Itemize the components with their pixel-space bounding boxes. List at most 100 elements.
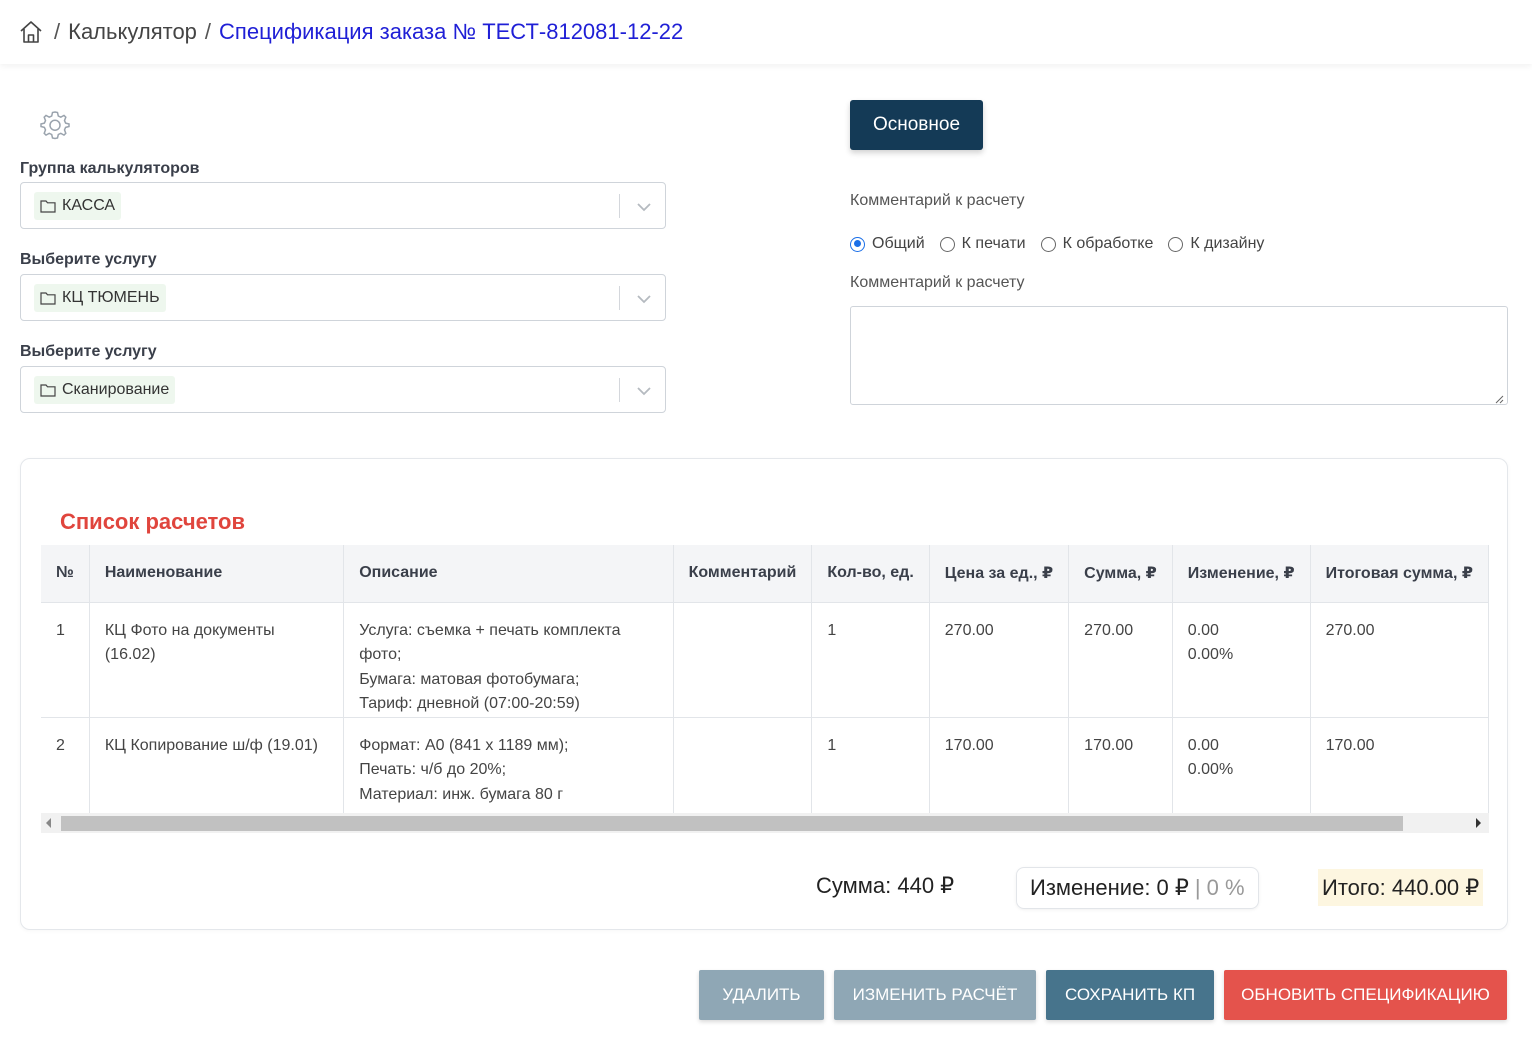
- comment-field-label: Комментарий к расчету: [850, 274, 1025, 291]
- grand-total: Итого: 440.00 ₽: [1318, 869, 1484, 906]
- cell-total: 270.00: [1310, 602, 1489, 718]
- folder-icon: [40, 383, 56, 397]
- desc-line: Материал: инж. бумага 80 г: [359, 785, 564, 803]
- cell-sum: 270.00: [1068, 602, 1173, 718]
- chevron-down-icon[interactable]: [633, 288, 655, 310]
- selected-chip: КАССА: [34, 192, 122, 220]
- folder-icon: [40, 291, 56, 305]
- delete-button[interactable]: УДАЛИТЬ: [699, 970, 824, 1020]
- cell-price: 270.00: [929, 602, 1070, 718]
- column-header: Описание: [343, 545, 674, 603]
- tab-main[interactable]: Основное: [850, 100, 983, 150]
- cell-total: 170.00: [1310, 717, 1489, 823]
- breadcrumb-item-calculator[interactable]: Калькулятор: [68, 19, 197, 45]
- folder-icon: [40, 199, 56, 213]
- group-value: КАССА: [62, 197, 116, 214]
- cell-comment: [673, 602, 813, 718]
- select-divider: [619, 194, 620, 218]
- change-total: Изменение: 0 ₽ | 0 %: [1016, 867, 1259, 909]
- desc-line: Печать: ч/б до 20%;: [359, 761, 507, 778]
- cell-qty: 1: [811, 602, 930, 718]
- comment-type-radios: Общий К печати К обработке К дизайну: [850, 235, 1279, 253]
- cell-qty: 1: [811, 717, 930, 823]
- save-offer-button[interactable]: СОХРАНИТЬ КП: [1046, 970, 1214, 1020]
- service2-select[interactable]: Сканирование: [20, 366, 666, 413]
- radio-processing[interactable]: К обработке: [1040, 235, 1154, 253]
- desc-line: Бумага: матовая фотобумага;: [359, 670, 580, 688]
- scroll-left-icon[interactable]: [46, 818, 51, 828]
- select-divider: [619, 286, 620, 310]
- radio-dot[interactable]: [939, 236, 955, 252]
- group-label: Группа калькуляторов: [20, 160, 200, 177]
- sum-total: Сумма: 440 ₽: [816, 873, 955, 898]
- change-value: 0.00: [1187, 621, 1219, 639]
- breadcrumb-separator: /: [54, 19, 61, 44]
- gear-icon[interactable]: [38, 108, 72, 142]
- group-select[interactable]: КАССА: [20, 182, 666, 229]
- table-row[interactable]: 2 КЦ Копирование ш/ф (19.01) Формат: А0 …: [41, 717, 1489, 823]
- radio-dot[interactable]: [1040, 236, 1056, 252]
- radio-print[interactable]: К печати: [939, 235, 1026, 253]
- radio-dot[interactable]: [1168, 236, 1184, 252]
- resize-handle-icon[interactable]: [1494, 391, 1504, 404]
- breadcrumb-separator: /: [204, 19, 212, 44]
- desc-line: Тариф: дневной (07:00-20:59): [359, 695, 580, 712]
- calc-list-title: Список расчетов: [60, 509, 246, 534]
- radio-label: К обработке: [1062, 235, 1154, 252]
- column-header: Итоговая сумма, ₽: [1310, 545, 1489, 603]
- service2-value: Сканирование: [62, 381, 170, 398]
- service1-select[interactable]: КЦ ТЮМЕНЬ: [20, 274, 666, 321]
- cell-num: 2: [41, 717, 90, 823]
- selected-chip: КЦ ТЮМЕНЬ: [34, 284, 166, 312]
- update-specification-button[interactable]: ОБНОВИТЬ СПЕЦИФИКАЦИЮ: [1224, 970, 1507, 1020]
- edit-calculation-button[interactable]: ИЗМЕНИТЬ РАСЧЁТ: [834, 970, 1036, 1020]
- cell-name: КЦ Фото на документы (16.02): [89, 602, 345, 718]
- desc-line: Услуга: съемка + печать комплекта фото;: [359, 621, 621, 664]
- change-amount: Изменение: 0 ₽: [1030, 875, 1189, 900]
- cell-change: 0.00 0.00%: [1172, 602, 1311, 718]
- change-percent: 0.00%: [1187, 761, 1234, 778]
- table-row[interactable]: 1 КЦ Фото на документы (16.02) Услуга: с…: [41, 602, 1489, 718]
- column-header: Сумма, ₽: [1068, 545, 1173, 603]
- radio-label: К печати: [961, 235, 1026, 252]
- change-percent-total: 0 %: [1206, 875, 1245, 900]
- select-divider: [619, 378, 620, 402]
- service2-label: Выберите услугу: [20, 343, 157, 360]
- scrollbar-thumb[interactable]: [61, 816, 1403, 831]
- comment-textarea[interactable]: [850, 306, 1508, 405]
- cell-num: 1: [41, 602, 90, 718]
- breadcrumb-item-current: Спецификация заказа № ТЕСТ-812081-12-22: [219, 19, 684, 44]
- home-icon[interactable]: [16, 17, 46, 47]
- desc-line: Формат: А0 (841 x 1189 мм);: [359, 736, 569, 754]
- change-percent: 0.00%: [1187, 646, 1234, 663]
- horizontal-scrollbar[interactable]: [41, 813, 1489, 833]
- cell-desc: Услуга: съемка + печать комплекта фото; …: [343, 602, 674, 718]
- column-header: Изменение, ₽: [1172, 545, 1311, 603]
- cell-desc: Формат: А0 (841 x 1189 мм); Печать: ч/б …: [343, 717, 674, 823]
- table-header-row: № Наименование Описание Комментарий Кол-…: [41, 545, 1489, 603]
- radio-design[interactable]: К дизайну: [1168, 235, 1264, 253]
- column-header: №: [41, 545, 90, 603]
- radio-dot[interactable]: [850, 236, 865, 252]
- calc-table: № Наименование Описание Комментарий Кол-…: [41, 545, 1489, 823]
- calc-table-container: № Наименование Описание Комментарий Кол-…: [41, 545, 1489, 833]
- cell-name: КЦ Копирование ш/ф (19.01): [89, 717, 345, 823]
- selected-chip: Сканирование: [34, 376, 176, 404]
- chevron-down-icon[interactable]: [633, 380, 655, 402]
- column-header: Кол-во, ед.: [811, 545, 930, 603]
- radio-general[interactable]: Общий: [850, 235, 925, 253]
- cell-price: 170.00: [929, 717, 1070, 823]
- radio-label: К дизайну: [1190, 235, 1265, 252]
- service1-value: КЦ ТЮМЕНЬ: [62, 289, 160, 306]
- breadcrumb: / Калькулятор / Спецификация заказа № ТЕ…: [0, 0, 1532, 64]
- chevron-down-icon[interactable]: [633, 196, 655, 218]
- cell-comment: [673, 717, 813, 823]
- change-separator: |: [1194, 875, 1201, 900]
- scroll-right-icon[interactable]: [1476, 818, 1481, 828]
- column-header: Комментарий: [673, 545, 813, 603]
- service1-label: Выберите услугу: [20, 251, 157, 268]
- cell-change: 0.00 0.00%: [1172, 717, 1311, 823]
- cell-sum: 170.00: [1068, 717, 1173, 823]
- column-header: Цена за ед., ₽: [929, 545, 1070, 603]
- calc-list-card: Список расчетов № Наименование Описание: [20, 458, 1508, 930]
